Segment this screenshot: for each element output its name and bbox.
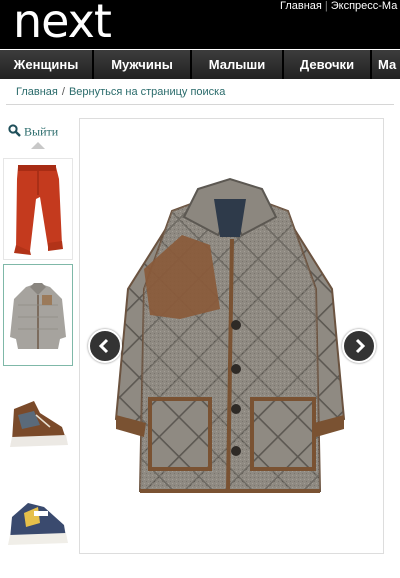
quilted-jacket-image [114,177,346,493]
nav-item-men[interactable]: Мужчины [94,50,192,79]
nav-item-girls[interactable]: Девочки [284,50,372,79]
top-links: Главная | Экспресс-Ма [280,0,400,12]
main-product-image [79,118,384,554]
previous-image-button[interactable] [88,329,122,363]
breadcrumb: Главная / Вернуться на страницу поиска [16,86,225,98]
zoom-exit-label: Выйти [24,124,59,139]
nav-item-women[interactable]: Женщины [0,50,94,79]
brown-sneaker-image [10,401,68,447]
thumbnail-red-trousers[interactable] [3,158,73,260]
thumbnail-brown-sneaker[interactable] [3,370,73,472]
zoom-exit-link[interactable]: Выйти [8,124,58,141]
red-trousers-image [14,165,63,255]
top-link-home[interactable]: Главная [280,0,322,12]
breadcrumb-back-to-search[interactable]: Вернуться на страницу поиска [69,86,225,98]
thumbnail-scroll-up-icon[interactable] [31,142,45,149]
site-header: next Главная | Экспресс-Ма [0,0,400,49]
nav-item-babies[interactable]: Малыши [192,50,284,79]
grey-jacket-thumbnail-image [10,283,66,349]
next-logo[interactable]: next [13,0,112,48]
breadcrumb-separator: / [61,86,65,98]
next-image-button[interactable] [342,329,376,363]
top-link-express[interactable]: Экспресс-Ма [331,0,398,12]
thumbnail-grey-jacket[interactable] [3,264,73,366]
magnifier-icon [8,124,21,141]
thumbnail-navy-sneaker[interactable] [3,476,73,578]
chevron-left-icon [98,338,109,354]
divider [6,104,394,105]
main-nav: Женщины Мужчины Малыши Девочки Ма [0,50,400,79]
navy-sneaker-image [8,503,68,545]
nav-item-more[interactable]: Ма [372,50,400,79]
chevron-right-icon [355,338,366,354]
top-link-separator: | [324,0,328,12]
breadcrumb-home[interactable]: Главная [16,86,58,98]
